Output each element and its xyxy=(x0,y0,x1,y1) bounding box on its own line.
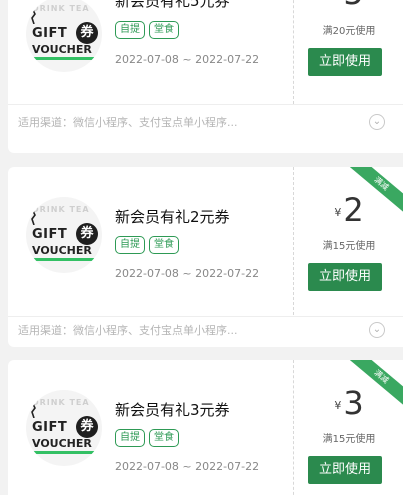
tag-dine-in: 堂食 xyxy=(149,429,179,447)
thumbnail-underline xyxy=(32,451,96,454)
channels-text: 适用渠道：微信小程序、支付宝点单小程序... xyxy=(18,116,238,129)
coupon-tags: 自提 堂食 xyxy=(115,425,183,447)
use-now-button[interactable]: 立即使用 xyxy=(308,263,382,291)
coupon-card: DRINK TEA GIFT 券 VOUCHER 新会员有礼3元券 自提 堂食 2… xyxy=(8,360,403,495)
use-now-button[interactable]: 立即使用 xyxy=(308,456,382,484)
coupon-card: DRINK TEA GIFT 券 VOUCHER 新会员有礼2元券 自提 堂食 2… xyxy=(8,167,403,347)
thumbnail-juan-badge: 券 xyxy=(76,416,98,438)
chevron-down-icon[interactable]: ⌄ xyxy=(369,322,385,338)
thumbnail-voucher-text: VOUCHER xyxy=(32,437,92,450)
chevron-down-icon[interactable]: ⌄ xyxy=(369,114,385,130)
thumbnail-gift-text: GIFT xyxy=(32,420,68,435)
gift-voucher-thumbnail: DRINK TEA GIFT 券 VOUCHER xyxy=(26,0,102,72)
thumbnail-tape-text: DRINK TEA xyxy=(32,205,90,214)
dashed-divider xyxy=(293,167,294,315)
coupon-title: 新会员有礼2元券 xyxy=(115,208,230,226)
bow-icon xyxy=(31,404,36,418)
coupon-validity-dates: 2022-07-08 ~ 2022-07-22 xyxy=(115,53,260,66)
amount-value: 5 xyxy=(343,0,363,12)
currency-symbol: ¥ xyxy=(334,0,341,2)
tag-dine-in: 堂食 xyxy=(149,236,179,254)
thumbnail-gift-text: GIFT xyxy=(32,227,68,242)
coupon-validity-dates: 2022-07-08 ~ 2022-07-22 xyxy=(115,267,260,280)
thumbnail-juan-badge: 券 xyxy=(76,223,98,245)
tag-dine-in: 堂食 xyxy=(149,21,179,39)
amount-value: 3 xyxy=(343,384,364,422)
thumbnail-tape-text: DRINK TEA xyxy=(32,4,90,13)
channels-text: 适用渠道：微信小程序、支付宝点单小程序... xyxy=(18,324,238,337)
thumbnail-underline xyxy=(32,258,96,261)
tag-pickup: 自提 xyxy=(115,21,145,39)
bow-icon xyxy=(31,10,36,24)
coupon-validity-dates: 2022-07-08 ~ 2022-07-22 xyxy=(115,460,260,473)
coupon-threshold: 满20元使用 xyxy=(322,26,376,37)
thumbnail-tape-text: DRINK TEA xyxy=(32,398,90,407)
coupon-card: DRINK TEA GIFT 券 VOUCHER 新会员有礼5元券 自提 堂食 2… xyxy=(8,0,403,153)
amount-value: 2 xyxy=(343,191,364,229)
coupon-title: 新会员有礼3元券 xyxy=(115,401,230,419)
coupon-title: 新会员有礼5元券 xyxy=(115,0,230,10)
coupon-amount: ¥3 xyxy=(304,384,394,422)
coupon-footer: 适用渠道：微信小程序、支付宝点单小程序... ⌄ xyxy=(8,316,403,347)
dashed-divider xyxy=(293,0,294,104)
coupon-tags: 自提 堂食 xyxy=(115,232,183,254)
gift-voucher-thumbnail: DRINK TEA GIFT 券 VOUCHER xyxy=(26,390,102,466)
tag-pickup: 自提 xyxy=(115,236,145,254)
gift-voucher-thumbnail: DRINK TEA GIFT 券 VOUCHER xyxy=(26,197,102,273)
bow-icon xyxy=(31,211,36,225)
use-now-button[interactable]: 立即使用 xyxy=(308,48,382,76)
thumbnail-gift-text: GIFT xyxy=(32,26,68,41)
coupon-list: DRINK TEA GIFT 券 VOUCHER 新会员有礼5元券 自提 堂食 2… xyxy=(0,0,403,495)
thumbnail-voucher-text: VOUCHER xyxy=(32,244,92,257)
dashed-divider xyxy=(293,360,294,495)
coupon-amount: ¥5 xyxy=(304,0,394,12)
currency-symbol: ¥ xyxy=(334,399,342,412)
coupon-footer: 适用渠道：微信小程序、支付宝点单小程序... ⌄ xyxy=(8,104,403,141)
thumbnail-voucher-text: VOUCHER xyxy=(32,43,92,56)
coupon-threshold: 满15元使用 xyxy=(322,434,376,445)
tag-pickup: 自提 xyxy=(115,429,145,447)
currency-symbol: ¥ xyxy=(334,206,342,219)
coupon-threshold: 满15元使用 xyxy=(322,241,376,252)
thumbnail-underline xyxy=(32,57,96,60)
thumbnail-juan-badge: 券 xyxy=(76,22,98,44)
coupon-tags: 自提 堂食 xyxy=(115,17,183,39)
coupon-amount: ¥2 xyxy=(304,191,394,229)
